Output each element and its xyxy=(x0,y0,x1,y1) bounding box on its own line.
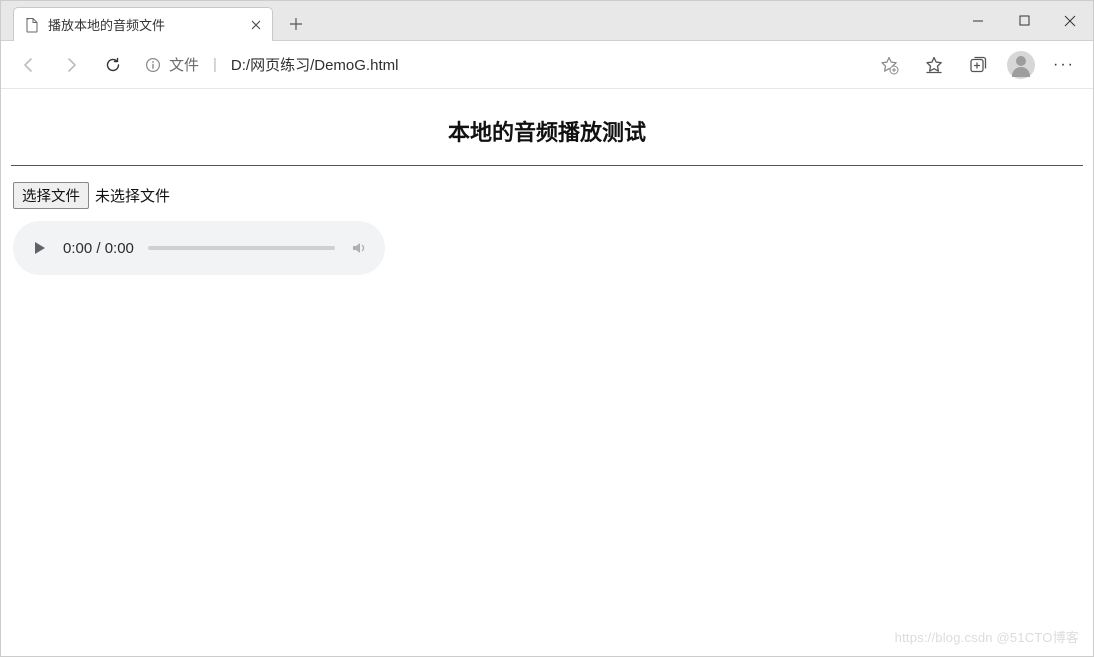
audio-time-display: 0:00 / 0:00 xyxy=(63,240,134,257)
page-content: 本地的音频播放测试 选择文件 未选择文件 0:00 / 0:00 xyxy=(1,115,1093,275)
file-input-status: 未选择文件 xyxy=(95,185,170,206)
page-icon xyxy=(24,17,40,33)
profile-avatar[interactable] xyxy=(1007,51,1035,79)
collections-button[interactable] xyxy=(959,47,997,83)
horizontal-rule xyxy=(11,165,1083,166)
play-button[interactable] xyxy=(29,238,49,258)
window-controls xyxy=(955,1,1093,40)
volume-button[interactable] xyxy=(349,238,369,258)
star-add-icon[interactable] xyxy=(879,55,899,75)
address-url: D:/网页练习/DemoG.html xyxy=(231,54,399,75)
more-button[interactable]: ··· xyxy=(1045,47,1083,83)
browser-tab[interactable]: 播放本地的音频文件 xyxy=(13,7,273,41)
back-button[interactable] xyxy=(11,47,47,83)
favorites-button[interactable] xyxy=(915,47,953,83)
audio-player[interactable]: 0:00 / 0:00 xyxy=(13,221,385,275)
address-scheme: 文件 xyxy=(169,54,199,75)
page-heading: 本地的音频播放测试 xyxy=(1,115,1093,147)
window-maximize-button[interactable] xyxy=(1001,1,1047,41)
window-minimize-button[interactable] xyxy=(955,1,1001,41)
tab-title: 播放本地的音频文件 xyxy=(48,15,240,34)
info-icon[interactable] xyxy=(145,57,161,73)
audio-seek-track[interactable] xyxy=(148,246,335,250)
new-tab-button[interactable] xyxy=(279,7,313,41)
watermark-text: https://blog.csdn @51CTO博客 xyxy=(895,627,1079,646)
window-close-button[interactable] xyxy=(1047,1,1093,41)
address-bar[interactable]: 文件 | D:/网页练习/DemoG.html xyxy=(137,48,909,82)
more-icon: ··· xyxy=(1053,56,1075,74)
choose-file-button[interactable]: 选择文件 xyxy=(13,182,89,209)
titlebar-spacer xyxy=(313,1,955,40)
refresh-button[interactable] xyxy=(95,47,131,83)
titlebar: 播放本地的音频文件 xyxy=(1,1,1093,41)
tab-close-icon[interactable] xyxy=(248,17,264,33)
forward-button[interactable] xyxy=(53,47,89,83)
toolbar: 文件 | D:/网页练习/DemoG.html ··· xyxy=(1,41,1093,89)
file-input-row: 选择文件 未选择文件 xyxy=(13,182,1093,209)
address-separator: | xyxy=(213,56,217,73)
